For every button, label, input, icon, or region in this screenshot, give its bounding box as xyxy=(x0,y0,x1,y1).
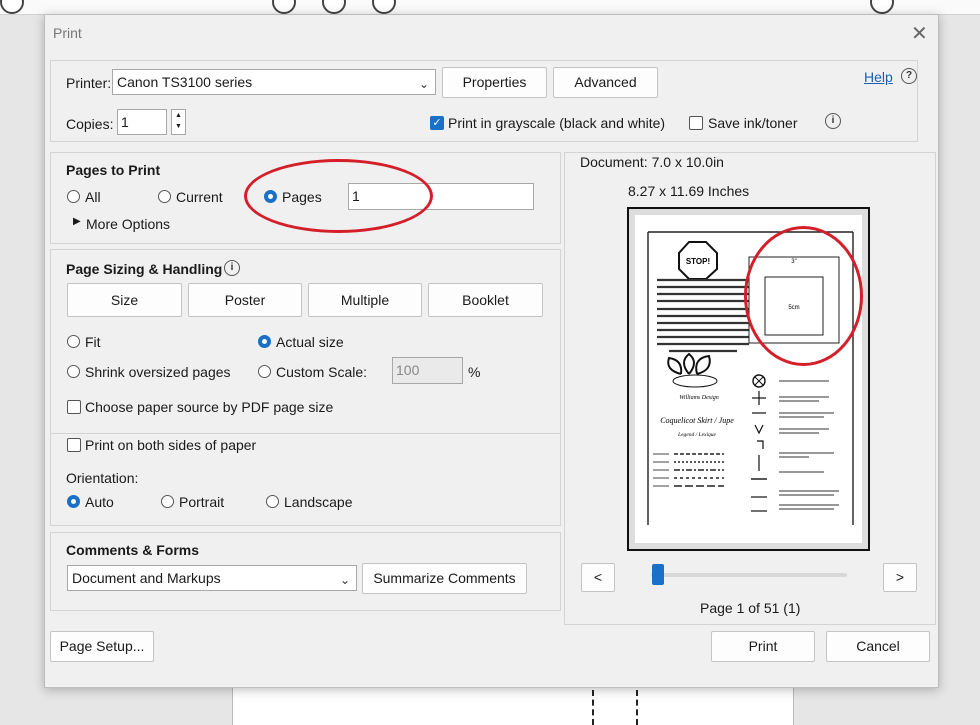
custom-scale-input[interactable]: 100 xyxy=(392,357,463,384)
advanced-button[interactable]: Advanced xyxy=(553,67,658,98)
orientation-auto-label: Auto xyxy=(85,494,114,510)
duplex-orientation-panel: Print on both sides of paper Orientation… xyxy=(50,433,561,526)
chevron-down-icon: ⌄ xyxy=(339,573,350,587)
pages-all-radio[interactable] xyxy=(67,190,80,203)
orientation-landscape-radio[interactable] xyxy=(266,495,279,508)
orientation-landscape-label: Landscape xyxy=(284,494,353,510)
orientation-label: Orientation: xyxy=(66,470,139,486)
next-page-button[interactable]: > xyxy=(883,563,917,592)
stop-sign-text: STOP! xyxy=(686,257,710,266)
chevron-down-icon: ⌄ xyxy=(418,77,429,91)
zoom-out-icon[interactable] xyxy=(322,0,346,14)
print-dialog: Print ✕ Printer: Canon TS3100 series ⌄ P… xyxy=(44,14,939,688)
info-icon[interactable] xyxy=(0,0,24,14)
orientation-auto-radio[interactable] xyxy=(67,495,80,508)
paper-source-label: Choose paper source by PDF page size xyxy=(85,399,334,415)
orientation-portrait-radio[interactable] xyxy=(161,495,174,508)
booklet-tab[interactable]: Booklet xyxy=(428,283,543,317)
pages-to-print-title: Pages to Print xyxy=(66,162,161,178)
custom-scale-radio[interactable] xyxy=(258,365,271,378)
background-document-page xyxy=(232,688,794,725)
document-size-label: Document: 7.0 x 10.0in xyxy=(580,154,724,170)
annotation-circle xyxy=(744,226,863,366)
both-sides-checkbox[interactable] xyxy=(67,438,81,452)
poster-tab[interactable]: Poster xyxy=(188,283,302,317)
actual-size-radio[interactable] xyxy=(258,335,271,348)
annotation-circle xyxy=(244,159,433,233)
close-icon[interactable]: ✕ xyxy=(911,21,928,46)
previous-page-button[interactable]: < xyxy=(581,563,615,592)
comments-forms-select[interactable]: Document and Markups ⌄ xyxy=(67,565,357,591)
delete-icon[interactable] xyxy=(870,0,894,14)
grayscale-checkbox[interactable]: ✓ xyxy=(430,116,444,130)
printer-select[interactable]: Canon TS3100 series ⌄ xyxy=(112,69,436,95)
save-ink-label: Save ink/toner xyxy=(708,115,798,131)
hand-tool-icon[interactable] xyxy=(272,0,296,14)
help-link[interactable]: Help xyxy=(864,69,893,85)
page-status-label: Page 1 of 51 (1) xyxy=(700,600,801,616)
more-options-toggle[interactable]: More Options xyxy=(86,216,170,232)
comments-forms-panel: Comments & Forms Document and Markups ⌄ … xyxy=(50,532,561,611)
save-ink-checkbox[interactable] xyxy=(689,116,703,130)
custom-scale-label: Custom Scale: xyxy=(276,364,368,380)
page-sizing-title: Page Sizing & Handling xyxy=(66,261,223,277)
page-sizing-panel: Page Sizing & Handling i Size Poster Mul… xyxy=(50,249,561,437)
copies-input[interactable]: 1 xyxy=(117,109,167,135)
brand-text: Williams Design xyxy=(679,395,719,401)
stepper-up-icon[interactable]: ▲ xyxy=(172,110,185,121)
size-tab[interactable]: Size xyxy=(67,283,182,317)
background-dashed-line xyxy=(636,690,638,725)
printer-selected-value: Canon TS3100 series xyxy=(117,74,253,90)
help-info-icon[interactable]: ? xyxy=(901,68,917,84)
info-icon[interactable]: i xyxy=(224,260,240,276)
shrink-oversized-radio[interactable] xyxy=(67,365,80,378)
background-toolbar xyxy=(0,0,980,15)
printer-label: Printer: xyxy=(66,75,112,91)
background-dashed-line xyxy=(592,690,594,725)
pages-current-label: Current xyxy=(176,189,223,205)
copies-stepper[interactable]: ▲ ▼ xyxy=(171,109,186,135)
printer-panel: Printer: Canon TS3100 series ⌄ Propertie… xyxy=(50,60,918,142)
properties-button[interactable]: Properties xyxy=(442,67,547,98)
pages-current-radio[interactable] xyxy=(158,190,171,203)
info-icon[interactable]: i xyxy=(825,113,841,129)
copies-label: Copies: xyxy=(66,116,114,132)
multiple-tab[interactable]: Multiple xyxy=(308,283,422,317)
paper-size-label: 8.27 x 11.69 Inches xyxy=(628,183,750,199)
print-button[interactable]: Print xyxy=(711,631,815,662)
shrink-oversized-label: Shrink oversized pages xyxy=(85,364,231,380)
pages-all-label: All xyxy=(85,189,101,205)
dialog-title: Print xyxy=(53,25,82,41)
paper-source-checkbox[interactable] xyxy=(67,400,81,414)
page-preview: STOP! 3" 5cm Williams Design Coquelicot … xyxy=(627,207,870,551)
actual-size-label: Actual size xyxy=(276,334,344,350)
fit-label: Fit xyxy=(85,334,101,350)
both-sides-label: Print on both sides of paper xyxy=(85,437,257,453)
comments-forms-title: Comments & Forms xyxy=(66,542,200,558)
percent-label: % xyxy=(468,364,481,380)
preview-panel: Document: 7.0 x 10.0in 8.27 x 11.69 Inch… xyxy=(564,152,936,625)
pattern-title-text: Coquelicot Skirt / Jupe xyxy=(660,416,734,425)
zoom-in-icon[interactable] xyxy=(372,0,396,14)
expand-triangle-icon[interactable]: ▶ xyxy=(73,216,81,227)
summarize-comments-button[interactable]: Summarize Comments xyxy=(362,563,527,594)
page-slider-track[interactable] xyxy=(651,573,847,577)
grayscale-label: Print in grayscale (black and white) xyxy=(448,115,666,131)
page-setup-button[interactable]: Page Setup... xyxy=(50,631,154,662)
legend-title-text: Legend / Lexique xyxy=(677,432,716,438)
page-slider-thumb[interactable] xyxy=(652,564,664,585)
orientation-portrait-label: Portrait xyxy=(179,494,225,510)
stepper-down-icon[interactable]: ▼ xyxy=(172,121,185,132)
fit-radio[interactable] xyxy=(67,335,80,348)
cancel-button[interactable]: Cancel xyxy=(826,631,930,662)
comments-forms-selected-value: Document and Markups xyxy=(72,570,221,586)
